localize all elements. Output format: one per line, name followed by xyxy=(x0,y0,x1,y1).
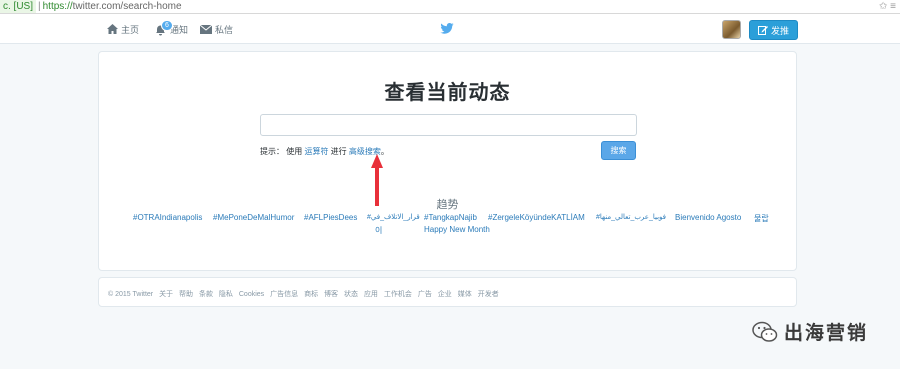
search-input[interactable] xyxy=(260,114,637,136)
footer-link[interactable]: 帮助 xyxy=(179,291,193,298)
trend-item[interactable]: #ZergeleKöyündeKATLİAM xyxy=(488,213,585,222)
footer-link[interactable]: 商标 xyxy=(304,291,318,298)
browser-menu-icon[interactable]: ✩ ≡ xyxy=(879,0,896,13)
footer-link[interactable]: 关于 xyxy=(159,291,173,298)
nav-home-label: 主页 xyxy=(121,24,140,35)
search-home-card: 查看当前动态 提示： 使用 运算符 进行 高级搜索。 搜索 趋势 #OTRAIn… xyxy=(98,51,797,271)
top-navigation: 主页 6 通知 私信 发推 xyxy=(0,14,900,44)
notifications-badge: 6 xyxy=(161,20,173,31)
compose-icon xyxy=(757,26,768,35)
search-button[interactable]: 搜索 xyxy=(601,141,636,160)
tweet-button[interactable]: 发推 xyxy=(749,20,798,40)
footer-link[interactable]: 工作机会 xyxy=(384,291,412,298)
url-text: twitter.com/search-home xyxy=(72,1,182,12)
trend-item[interactable]: 이 xyxy=(375,225,382,236)
page-title: 查看当前动态 xyxy=(384,82,511,104)
trend-item[interactable]: #OTRAIndianapolis xyxy=(133,213,202,222)
trend-item[interactable]: Happy New Month xyxy=(424,225,490,234)
home-icon xyxy=(107,24,118,34)
footer-link[interactable]: 广告信息 xyxy=(270,291,298,298)
watermark-text: 出海营销 xyxy=(784,323,869,344)
watermark: 出海营销 xyxy=(752,318,868,345)
footer-link[interactable]: 开发者 xyxy=(478,291,499,298)
footer-copyright: © 2015 Twitter xyxy=(108,291,154,298)
footer-link[interactable]: 广告 xyxy=(418,291,432,298)
notifications-icon-wrap: 6 xyxy=(155,20,173,36)
trend-item[interactable]: #TangkapNajib xyxy=(424,213,477,222)
wechat-icon xyxy=(752,321,778,342)
footer-link[interactable]: 隐私 xyxy=(219,291,233,298)
footer-links: © 2015 Twitter 关于 帮助 条款 隐私 Cookies 广告信息 … xyxy=(108,289,503,299)
nav-notifications[interactable]: 6 通知 xyxy=(155,20,188,38)
trend-item[interactable]: #AFLPiesDees xyxy=(304,213,357,222)
trend-item[interactable]: Bienvenido Agosto xyxy=(675,213,741,222)
url-scheme: https:// xyxy=(42,1,73,12)
envelope-icon xyxy=(200,24,212,34)
operators-link[interactable]: 运算符 xyxy=(304,147,328,156)
footer-link[interactable]: Cookies xyxy=(239,291,264,298)
footer-link[interactable]: 应用 xyxy=(364,291,378,298)
footer-link[interactable]: 博客 xyxy=(324,291,338,298)
certificate-badge[interactable]: c. [US] xyxy=(0,0,37,13)
trend-item[interactable]: #MePoneDeMalHumor xyxy=(213,213,294,222)
footer-link[interactable]: 状态 xyxy=(344,291,358,298)
twitter-bird-icon[interactable] xyxy=(440,23,454,34)
footer-link[interactable]: 企业 xyxy=(438,291,452,298)
browser-address-bar[interactable]: c. [US] | https://twitter.com/search-home … xyxy=(0,0,900,14)
avatar[interactable] xyxy=(722,20,741,39)
hint-middle: 进行 xyxy=(328,147,349,156)
trends-title: 趋势 xyxy=(436,199,459,211)
nav-messages[interactable]: 私信 xyxy=(200,20,233,38)
trend-item[interactable]: #قرار_الاتلاف_في xyxy=(367,213,420,221)
trend-item[interactable]: #فوبيا_عرب_تعالي_منها xyxy=(596,213,666,221)
hint-prefix: 提示： 使用 xyxy=(260,147,305,156)
footer: © 2015 Twitter 关于 帮助 条款 隐私 Cookies 广告信息 … xyxy=(98,277,797,307)
nav-home[interactable]: 主页 xyxy=(107,20,139,38)
nav-messages-label: 私信 xyxy=(215,24,234,35)
tweet-button-label: 发推 xyxy=(770,25,789,36)
footer-link[interactable]: 媒体 xyxy=(458,291,472,298)
trend-item[interactable]: 물랍 xyxy=(754,213,769,224)
address-separator: | xyxy=(38,1,41,12)
footer-link[interactable]: 条款 xyxy=(199,291,213,298)
